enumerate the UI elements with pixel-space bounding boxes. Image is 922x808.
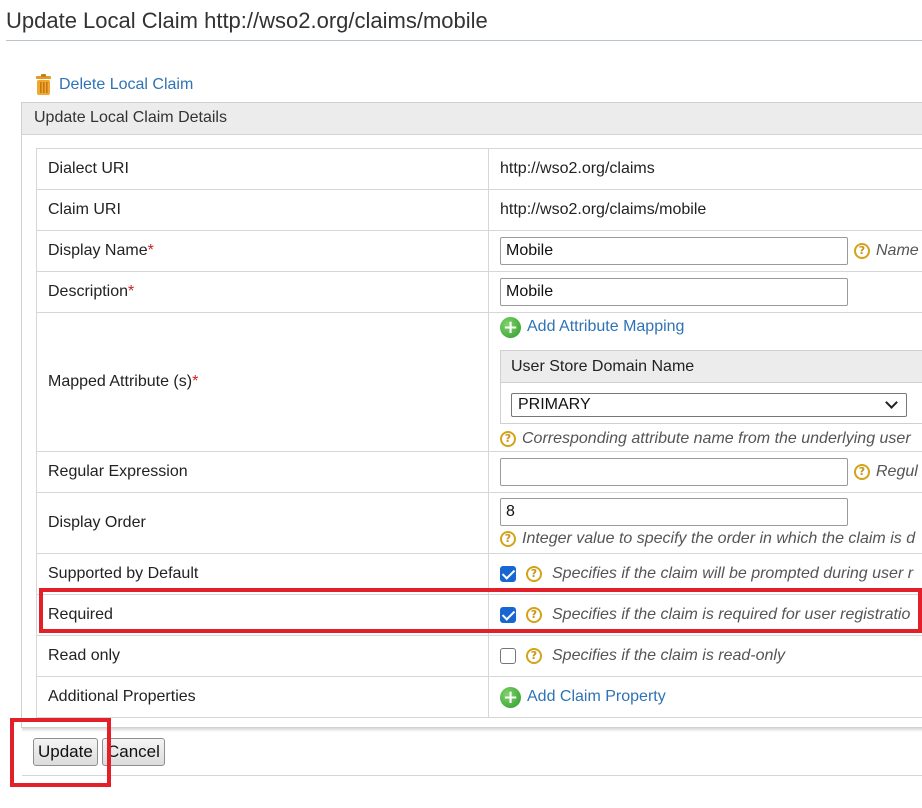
table-row: Dialect URI http://wso2.org/claims — [36, 148, 922, 190]
user-store-domain-value: PRIMARY — [518, 395, 591, 413]
attribute-mapping-table: User Store Domain Name PRIMARY — [500, 349, 922, 424]
display-order-input[interactable] — [500, 498, 848, 526]
regex-cell: ? Regul — [488, 451, 922, 493]
user-store-domain-header: User Store Domain Name — [501, 350, 922, 383]
help-icon[interactable]: ? — [854, 243, 870, 259]
claim-uri-label: Claim URI — [36, 189, 489, 231]
attribute-mapping-row: PRIMARY — [501, 383, 922, 423]
description-label-text: Description — [48, 283, 129, 300]
help-icon[interactable]: ? — [500, 531, 516, 547]
read-only-hint: Specifies if the claim is read-only — [552, 647, 785, 664]
read-only-cell: ? Specifies if the claim is read-only — [488, 635, 922, 677]
additional-properties-cell: + Add Claim Property — [488, 676, 922, 718]
table-row: Additional Properties + Add Claim Proper… — [36, 676, 922, 718]
table-row: Required ? Specifies if the claim is req… — [36, 594, 922, 636]
supported-by-default-hint: Specifies if the claim will be prompted … — [552, 565, 914, 582]
table-row: Supported by Default ? Specifies if the … — [36, 553, 922, 595]
required-asterisk: * — [128, 283, 135, 300]
description-label: Description* — [36, 271, 489, 313]
regex-label: Regular Expression — [36, 451, 489, 493]
cancel-button[interactable]: Cancel — [102, 738, 165, 766]
help-icon[interactable]: ? — [526, 566, 542, 582]
table-row: Read only ? Specifies if the claim is re… — [36, 635, 922, 677]
required-hint: Specifies if the claim is required for u… — [552, 606, 911, 623]
table-row: Description* — [36, 271, 922, 313]
display-order-label: Display Order — [36, 492, 489, 554]
update-button[interactable]: Update — [33, 738, 98, 766]
regex-input[interactable] — [500, 458, 848, 486]
add-icon: + — [500, 686, 521, 708]
display-name-cell: ? Name — [488, 230, 922, 272]
delete-local-claim-label: Delete Local Claim — [59, 76, 194, 93]
title-divider — [6, 40, 922, 41]
help-icon[interactable]: ? — [526, 607, 542, 623]
additional-properties-label: Additional Properties — [36, 676, 489, 718]
trash-icon — [36, 74, 51, 95]
mapped-attributes-cell: + Add Attribute Mapping User Store Domai… — [488, 312, 922, 452]
claim-uri-value: http://wso2.org/claims/mobile — [488, 189, 922, 231]
description-cell — [488, 271, 922, 313]
read-only-checkbox[interactable] — [500, 648, 516, 664]
regex-hint: Regul — [876, 463, 918, 480]
display-name-input[interactable] — [500, 237, 848, 265]
description-input[interactable] — [500, 278, 848, 306]
page-title: Update Local Claim http://wso2.org/claim… — [6, 8, 488, 33]
display-name-hint: Name — [876, 242, 919, 259]
user-store-domain-select[interactable]: PRIMARY — [511, 392, 907, 417]
mapped-attributes-label: Mapped Attribute (s)* — [36, 312, 489, 452]
add-icon: + — [500, 316, 521, 338]
supported-by-default-cell: ? Specifies if the claim will be prompte… — [488, 553, 922, 595]
display-order-cell: ? Integer value to specify the order in … — [488, 492, 922, 554]
claim-details-table: Dialect URI http://wso2.org/claims Claim… — [36, 148, 922, 718]
add-claim-property-link[interactable]: + Add Claim Property — [500, 686, 666, 708]
required-asterisk: * — [147, 242, 154, 259]
mapped-attributes-hint: Corresponding attribute name from the un… — [522, 429, 911, 447]
table-row: Mapped Attribute (s)* + Add Attribute Ma… — [36, 312, 922, 452]
table-row: Regular Expression ? Regul — [36, 451, 922, 493]
required-cell: ? Specifies if the claim is required for… — [488, 594, 922, 636]
supported-by-default-checkbox[interactable] — [500, 566, 516, 582]
table-row: Display Order ? Integer value to specify… — [36, 492, 922, 554]
delete-local-claim-link[interactable]: Delete Local Claim — [34, 74, 193, 96]
chevron-down-icon — [885, 395, 898, 409]
required-checkbox[interactable] — [500, 607, 516, 623]
mapped-attributes-label-text: Mapped Attribute (s) — [48, 373, 193, 390]
panel-shadow — [22, 728, 922, 732]
table-row: Claim URI http://wso2.org/claims/mobile — [36, 189, 922, 231]
add-attribute-mapping-link[interactable]: + Add Attribute Mapping — [500, 316, 922, 338]
dialect-uri-label: Dialect URI — [36, 148, 489, 190]
help-icon[interactable]: ? — [500, 430, 516, 447]
bottom-divider — [22, 775, 922, 776]
display-name-label-text: Display Name — [48, 242, 148, 259]
supported-by-default-label: Supported by Default — [36, 553, 489, 595]
table-row: Display Name* ? Name — [36, 230, 922, 272]
add-attribute-mapping-label: Add Attribute Mapping — [527, 318, 685, 335]
help-icon[interactable]: ? — [526, 648, 542, 664]
read-only-label: Read only — [36, 635, 489, 677]
panel-header: Update Local Claim Details — [22, 103, 922, 135]
display-name-label: Display Name* — [36, 230, 489, 272]
display-order-hint: Integer value to specify the order in wh… — [522, 530, 916, 547]
required-asterisk: * — [192, 373, 199, 390]
help-icon[interactable]: ? — [854, 464, 870, 480]
add-claim-property-label: Add Claim Property — [527, 688, 666, 705]
dialect-uri-value: http://wso2.org/claims — [488, 148, 922, 190]
required-label: Required — [36, 594, 489, 636]
